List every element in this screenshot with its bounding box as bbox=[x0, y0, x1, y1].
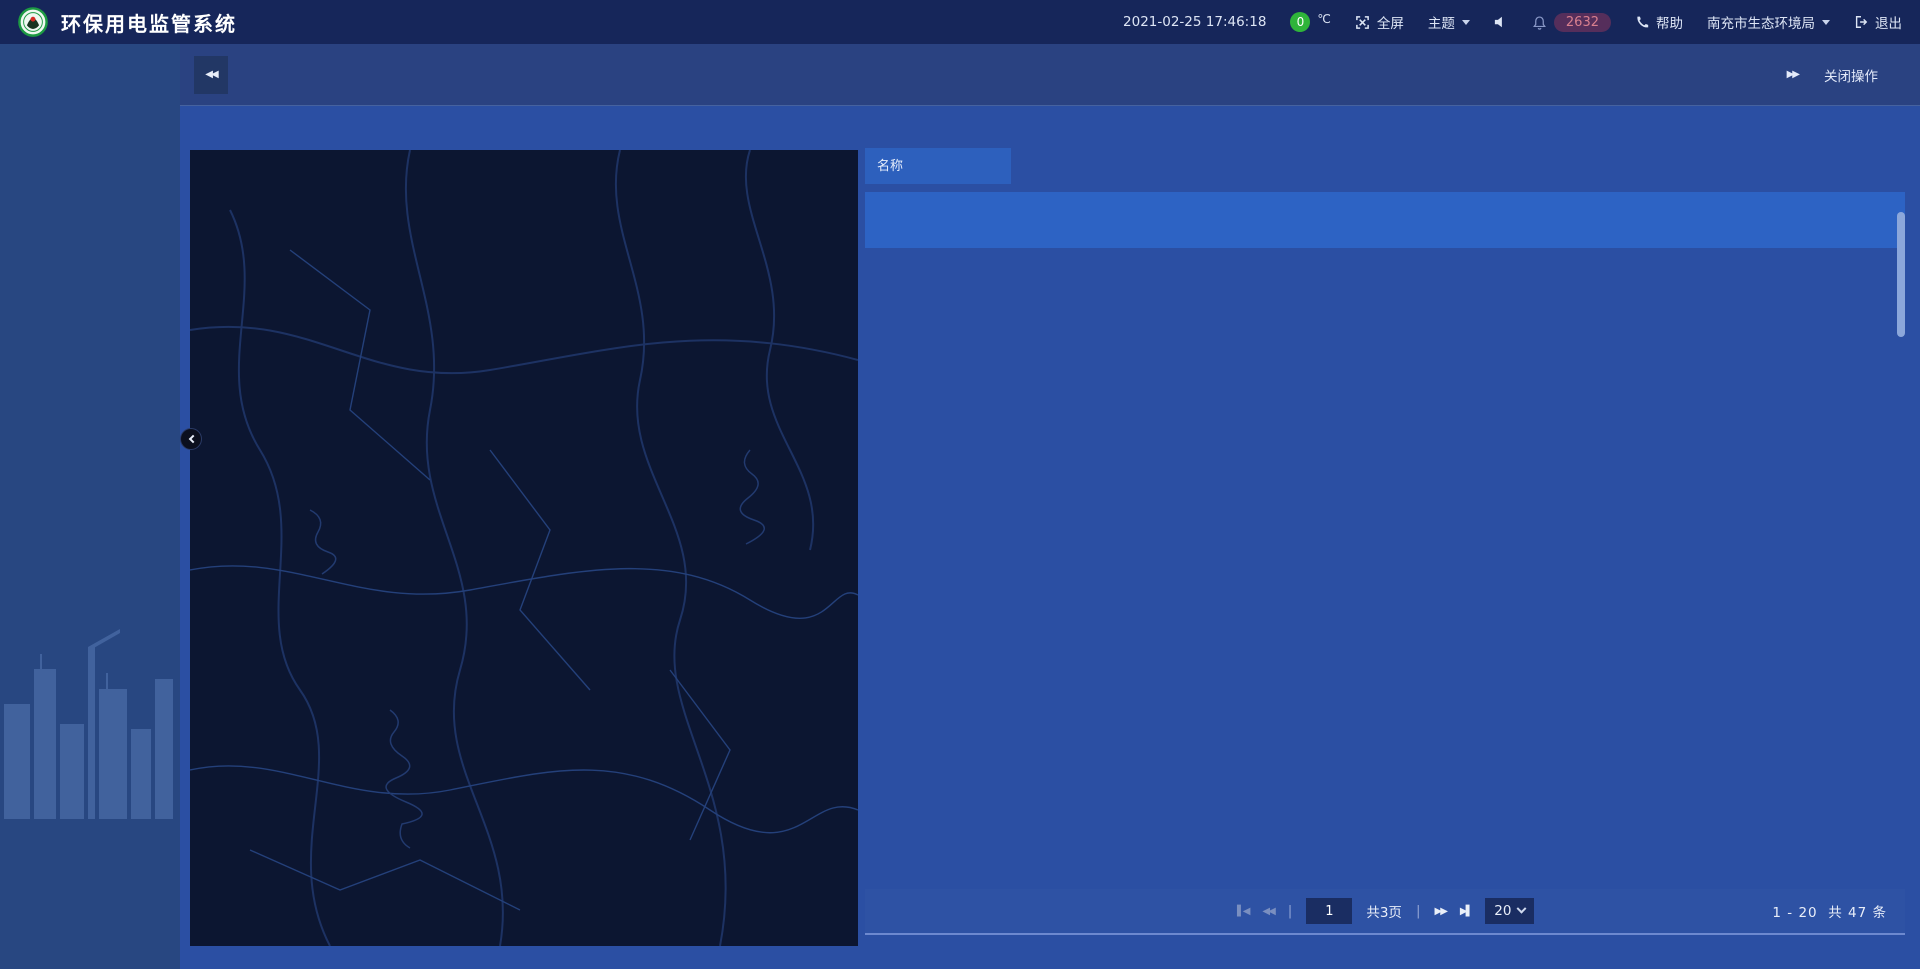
total-pages-label: 共3页 bbox=[1366, 901, 1402, 921]
temperature-badge: 0 bbox=[1290, 12, 1310, 32]
exit-icon bbox=[1854, 15, 1868, 29]
speaker-icon bbox=[1494, 15, 1508, 29]
fullscreen-icon bbox=[1355, 15, 1370, 30]
app-logo-icon bbox=[18, 7, 48, 37]
table-body bbox=[865, 248, 1905, 889]
pagination-divider: | bbox=[1288, 903, 1293, 919]
theme-menu[interactable]: 主题 bbox=[1428, 12, 1470, 32]
temperature-indicator: 0 ℃ bbox=[1290, 12, 1330, 32]
filter-name-input[interactable] bbox=[865, 148, 1011, 184]
caret-down-icon bbox=[1822, 20, 1830, 25]
last-page-button[interactable]: ▶▌ bbox=[1460, 906, 1471, 917]
notifications[interactable]: 2632 bbox=[1532, 13, 1611, 32]
table-header bbox=[865, 192, 1905, 248]
exit-button[interactable]: 退出 bbox=[1854, 12, 1902, 32]
topbar: 环保用电监管系统 2021-02-25 17:46:18 0 ℃ 全屏 主题 bbox=[0, 0, 1920, 44]
bell-icon bbox=[1532, 15, 1547, 30]
close-operations-button[interactable]: 关闭操作 bbox=[1824, 65, 1878, 85]
caret-down-icon bbox=[1462, 20, 1470, 25]
pagination-divider: | bbox=[1416, 903, 1421, 919]
main-content: ▌◀ ◀◀ | 共3页 | ▶▶ ▶▌ 20 1 - 20 共 47 条 bbox=[180, 106, 1920, 969]
temperature-unit: ℃ bbox=[1317, 12, 1330, 26]
user-menu[interactable]: 南充市生态环境局 bbox=[1707, 12, 1830, 32]
chevron-left-icon bbox=[188, 435, 196, 443]
table-scrollbar[interactable] bbox=[1897, 212, 1905, 337]
fullscreen-button[interactable]: 全屏 bbox=[1355, 12, 1404, 32]
datetime: 2021-02-25 17:46:18 bbox=[1123, 14, 1266, 30]
map[interactable] bbox=[190, 150, 858, 946]
scroll-tabs-left-icon[interactable]: ◀◀ bbox=[194, 56, 228, 94]
enterprise-table: ▌◀ ◀◀ | 共3页 | ▶▶ ▶▌ 20 1 - 20 共 47 条 bbox=[865, 192, 1905, 935]
brand: 环保用电监管系统 bbox=[18, 7, 237, 37]
phone-icon bbox=[1635, 15, 1649, 29]
app-title: 环保用电监管系统 bbox=[61, 8, 237, 37]
help-button[interactable]: 帮助 bbox=[1635, 12, 1683, 32]
pagination-bar: ▌◀ ◀◀ | 共3页 | ▶▶ ▶▌ 20 1 - 20 共 47 条 bbox=[865, 889, 1905, 935]
chevron-down-icon bbox=[1517, 903, 1527, 913]
page-size-select[interactable]: 20 bbox=[1485, 898, 1534, 924]
filter-bar bbox=[865, 148, 1905, 184]
first-page-button[interactable]: ▌◀ bbox=[1237, 906, 1248, 917]
next-page-button[interactable]: ▶▶ bbox=[1435, 906, 1446, 917]
map-collapse-toggle-button[interactable] bbox=[180, 428, 202, 450]
city-skyline-decoration bbox=[0, 609, 180, 819]
tabbar: ◀◀ ▶▶ 关闭操作 bbox=[180, 44, 1920, 106]
right-panel: ▌◀ ◀◀ | 共3页 | ▶▶ ▶▌ 20 1 - 20 共 47 条 bbox=[865, 148, 1905, 935]
scroll-tabs-right-icon[interactable]: ▶▶ bbox=[1787, 69, 1798, 80]
sidebar bbox=[0, 44, 180, 969]
prev-page-button[interactable]: ◀◀ bbox=[1262, 906, 1273, 917]
page-number-input[interactable] bbox=[1306, 898, 1352, 924]
sound-toggle[interactable] bbox=[1494, 15, 1508, 29]
notification-count-badge: 2632 bbox=[1554, 13, 1611, 32]
record-range-label: 1 - 20 共 47 条 bbox=[1772, 901, 1891, 921]
map-roads-layer bbox=[190, 150, 858, 946]
